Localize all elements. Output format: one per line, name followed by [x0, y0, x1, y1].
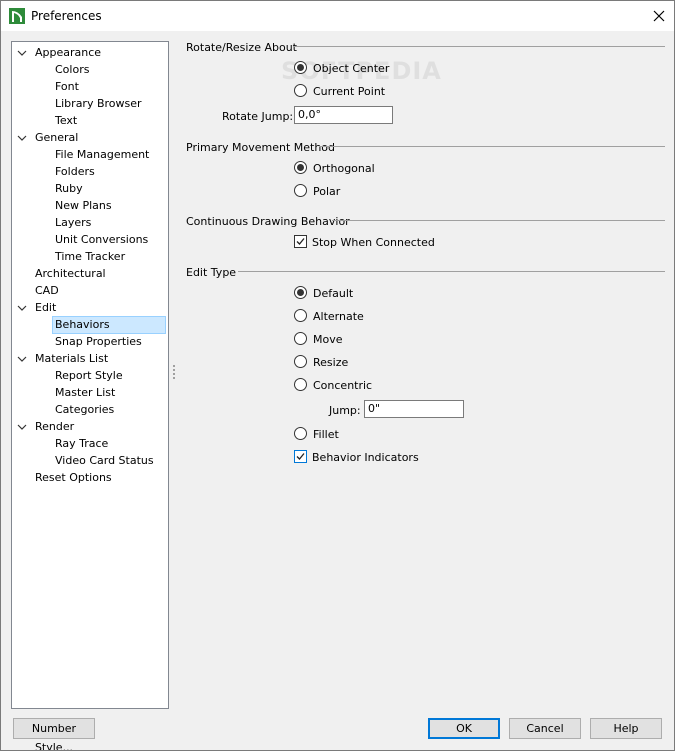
radio-button-icon[interactable]	[294, 184, 307, 197]
tree-item-layers[interactable]: Layers	[53, 215, 93, 231]
ok-button[interactable]: OK	[428, 718, 500, 739]
radio-button-icon[interactable]	[294, 61, 307, 74]
concentric-jump-label: Jump:	[329, 404, 361, 417]
movement-group-heading: Primary Movement Method	[186, 141, 336, 154]
radio-label: Move	[313, 333, 343, 346]
tree-item-video-card-status[interactable]: Video Card Status	[53, 453, 156, 469]
radio-concentric[interactable]: Concentric	[294, 378, 372, 394]
category-tree[interactable]: Appearance Colors Font Library Browser T…	[11, 41, 169, 709]
collapse-arrow-icon[interactable]	[17, 422, 27, 432]
tree-item-render[interactable]: Render	[33, 419, 76, 435]
radio-button-icon[interactable]	[294, 309, 307, 322]
checkbox-fillet[interactable]: Fillet	[294, 427, 339, 443]
checkbox-icon[interactable]	[294, 450, 307, 463]
tree-item-unit-conversions[interactable]: Unit Conversions	[53, 232, 150, 248]
checkbox-label: Fillet	[313, 428, 339, 441]
radio-button-icon[interactable]	[294, 332, 307, 345]
cancel-button[interactable]: Cancel	[509, 718, 581, 739]
tree-item-snap-properties[interactable]: Snap Properties	[53, 334, 144, 350]
collapse-arrow-icon[interactable]	[17, 303, 27, 313]
radio-button-icon[interactable]	[294, 427, 307, 440]
tree-item-time-tracker[interactable]: Time Tracker	[53, 249, 127, 265]
title-bar[interactable]: Preferences	[1, 1, 674, 31]
collapse-arrow-icon[interactable]	[17, 354, 27, 364]
radio-label: Concentric	[313, 379, 373, 392]
tree-item-library-browser[interactable]: Library Browser	[53, 96, 144, 112]
tree-item-materials-list[interactable]: Materials List	[33, 351, 110, 367]
pane-splitter[interactable]	[173, 365, 176, 381]
radio-label: Orthogonal	[313, 162, 375, 175]
radio-current-point[interactable]: Current Point	[294, 84, 385, 100]
tree-item-new-plans[interactable]: New Plans	[53, 198, 114, 214]
tree-item-general[interactable]: General	[33, 130, 80, 146]
radio-label: Alternate	[313, 310, 364, 323]
radio-resize[interactable]: Resize	[294, 355, 348, 371]
collapse-arrow-icon[interactable]	[17, 48, 27, 58]
tree-item-font[interactable]: Font	[53, 79, 81, 95]
group-divider	[319, 146, 665, 147]
radio-button-icon[interactable]	[294, 84, 307, 97]
radio-label: Polar	[313, 185, 341, 198]
group-divider	[294, 46, 665, 47]
radio-alternate[interactable]: Alternate	[294, 309, 364, 325]
app-logo-icon	[9, 8, 25, 24]
tree-item-master-list[interactable]: Master List	[53, 385, 117, 401]
edit-type-group-heading: Edit Type	[186, 266, 237, 279]
rotate-group-heading: Rotate/Resize About	[186, 41, 297, 54]
tree-item-appearance[interactable]: Appearance	[33, 45, 103, 61]
tree-item-report-style[interactable]: Report Style	[53, 368, 125, 384]
tree-item-categories[interactable]: Categories	[53, 402, 116, 418]
radio-label: Current Point	[313, 85, 386, 98]
group-divider	[238, 271, 665, 272]
close-icon	[653, 10, 665, 22]
radio-default[interactable]: Default	[294, 286, 353, 302]
tree-item-ruby[interactable]: Ruby	[53, 181, 85, 197]
rotate-jump-input[interactable]: 0,0°	[294, 106, 393, 124]
number-style-button[interactable]: Number Style...	[13, 718, 95, 750]
radio-button-icon[interactable]	[294, 378, 307, 391]
radio-orthogonal[interactable]: Orthogonal	[294, 161, 375, 177]
radio-label: Resize	[313, 356, 349, 369]
tree-item-architectural[interactable]: Architectural	[33, 266, 108, 282]
tree-item-file-management[interactable]: File Management	[53, 147, 151, 163]
concentric-jump-input[interactable]: 0"	[364, 400, 464, 418]
radio-button-icon[interactable]	[294, 355, 307, 368]
tree-item-folders[interactable]: Folders	[53, 164, 97, 180]
continuous-group-heading: Continuous Drawing Behavior	[186, 215, 350, 228]
checkbox-label: Behavior Indicators	[312, 451, 419, 464]
radio-polar[interactable]: Polar	[294, 184, 340, 200]
tree-item-reset-options[interactable]: Reset Options	[33, 470, 114, 486]
radio-move[interactable]: Move	[294, 332, 343, 348]
tree-item-colors[interactable]: Colors	[53, 62, 91, 78]
help-button[interactable]: Help	[590, 718, 662, 739]
radio-button-icon[interactable]	[294, 286, 307, 299]
checkmark-icon	[296, 238, 305, 245]
checkbox-behavior-indicators[interactable]: Behavior Indicators	[294, 450, 419, 466]
tree-item-cad[interactable]: CAD	[33, 283, 61, 299]
tree-item-text[interactable]: Text	[53, 113, 79, 129]
tree-item-edit[interactable]: Edit	[33, 300, 58, 316]
checkbox-icon[interactable]	[294, 235, 307, 248]
checkmark-icon	[296, 453, 305, 460]
tree-item-ray-trace[interactable]: Ray Trace	[53, 436, 110, 452]
preferences-window: Preferences Appearance Colors Font Libra…	[0, 0, 675, 751]
radio-label: Object Center	[313, 62, 390, 75]
radio-button-icon[interactable]	[294, 161, 307, 174]
radio-label: Default	[313, 287, 354, 300]
window-title: Preferences	[31, 9, 102, 23]
close-button[interactable]	[644, 1, 674, 31]
group-divider	[332, 220, 665, 221]
rotate-jump-label: Rotate Jump:	[222, 110, 294, 123]
checkbox-stop-when-connected[interactable]: Stop When Connected	[294, 235, 435, 251]
radio-object-center[interactable]: Object Center	[294, 61, 389, 77]
collapse-arrow-icon[interactable]	[17, 133, 27, 143]
tree-item-behaviors[interactable]: Behaviors	[52, 316, 166, 334]
checkbox-label: Stop When Connected	[312, 236, 435, 249]
